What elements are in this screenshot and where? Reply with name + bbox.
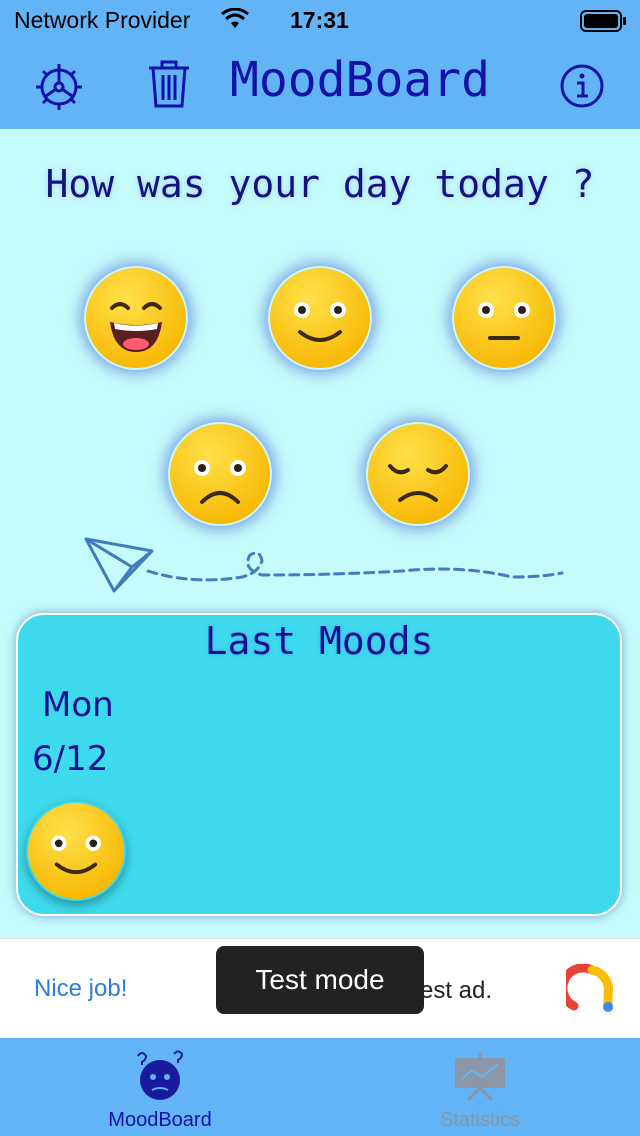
last-moods-title: Last Moods (204, 619, 434, 663)
grinning-face-icon (86, 268, 186, 368)
mood-very-happy-button[interactable] (84, 266, 188, 370)
mood-sad-button[interactable] (168, 422, 272, 526)
test-mode-toast: Test mode (216, 946, 424, 1014)
trash-icon (149, 60, 189, 108)
frowning-face-icon (170, 424, 270, 524)
mood-entry-item[interactable] (26, 801, 126, 901)
battery-icon (580, 10, 628, 37)
chart-board-icon (455, 1052, 505, 1102)
gear-icon (36, 64, 82, 110)
app-title: MoodBoard (229, 52, 491, 108)
mood-neutral-button[interactable] (452, 266, 556, 370)
mood-entry-date: 6/12 (32, 739, 109, 779)
mood-entry-day: Mon (42, 685, 114, 725)
smiling-face-icon (270, 268, 370, 368)
tab-statistics[interactable]: Statistics (320, 1038, 640, 1136)
carrier-label: Network Provider (14, 7, 191, 33)
mood-very-sad-button[interactable] (366, 422, 470, 526)
tab-moodboard[interactable]: MoodBoard (0, 1038, 320, 1136)
paper-plane-icon (82, 535, 572, 601)
clock: 17:31 (290, 7, 349, 33)
wifi-icon (220, 7, 250, 35)
ad-logo-icon (558, 963, 618, 1020)
settings-button[interactable] (34, 62, 84, 116)
confused-face-icon (137, 1050, 184, 1100)
tab-statistics-label: Statistics (439, 1109, 521, 1131)
question-heading: How was your day today ? (45, 162, 595, 206)
info-button[interactable] (558, 62, 606, 114)
nav-bar: MoodBoard (0, 40, 640, 129)
last-moods-card: Last Moods Mon 6/12 (16, 613, 622, 916)
tab-bar: MoodBoard Statistics (0, 1038, 640, 1136)
info-icon (560, 64, 604, 108)
mood-happy-button[interactable] (268, 266, 372, 370)
smiling-face-icon (27, 802, 125, 900)
ad-text: Nice job! (34, 975, 128, 1002)
pensive-face-icon (368, 424, 468, 524)
status-bar: Network Provider 17:31 (0, 0, 640, 40)
neutral-face-icon (454, 268, 554, 368)
tab-moodboard-label: MoodBoard (108, 1109, 212, 1131)
ad-test-label: est ad. (420, 977, 493, 1004)
delete-button[interactable] (146, 58, 192, 114)
